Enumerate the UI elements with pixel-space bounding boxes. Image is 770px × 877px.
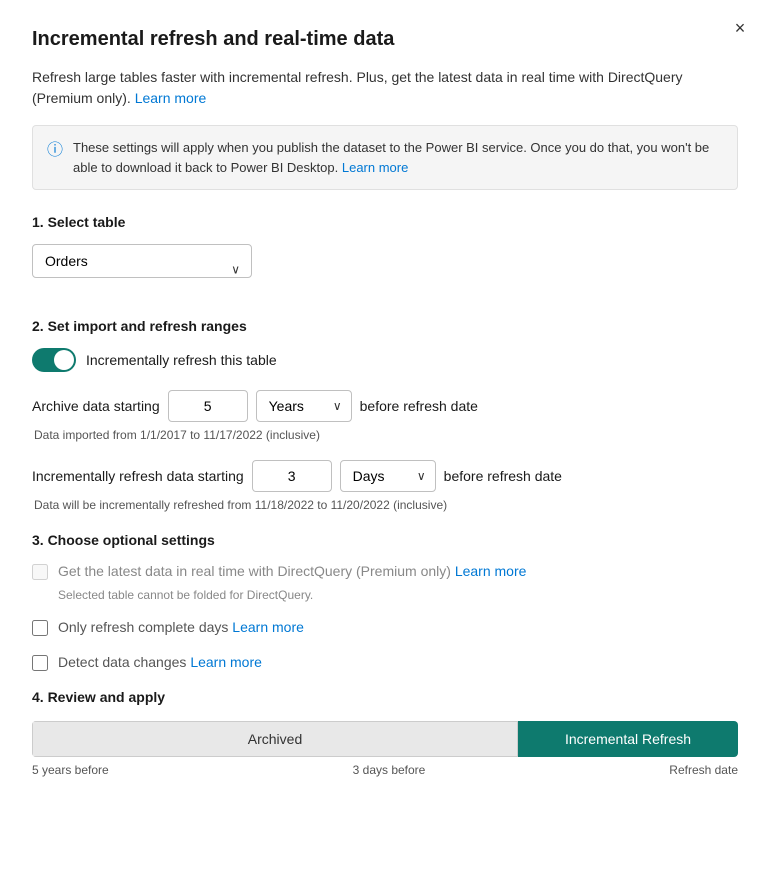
timeline-label-right: Refresh date (669, 763, 738, 777)
refresh-range-row: Incrementally refresh data starting Minu… (32, 460, 738, 492)
realtime-label: Get the latest data in real time with Di… (58, 562, 526, 582)
archived-bar[interactable]: Archived (32, 721, 518, 757)
info-box-learn-more-link[interactable]: Learn more (342, 160, 408, 175)
detect-changes-label: Detect data changes Learn more (58, 653, 262, 673)
info-box: ⓘ These settings will apply when you pub… (32, 125, 738, 190)
timeline-label-left: 5 years before (32, 763, 109, 777)
realtime-learn-more-link[interactable]: Learn more (455, 563, 527, 579)
detect-changes-checkbox[interactable] (32, 655, 48, 671)
archive-value-input[interactable] (168, 390, 248, 422)
table-dropdown-wrapper: Orders (32, 244, 252, 298)
dialog: × Incremental refresh and real-time data… (0, 0, 770, 877)
archive-suffix: before refresh date (360, 398, 478, 414)
refresh-unit-wrapper: Minutes Hours Days Weeks Months Years (340, 460, 436, 492)
intro-text: Refresh large tables faster with increme… (32, 67, 738, 109)
table-dropdown[interactable]: Orders (32, 244, 252, 278)
detect-changes-checkbox-row: Detect data changes Learn more (32, 653, 738, 673)
timeline-labels: 5 years before 3 days before Refresh dat… (32, 763, 738, 777)
complete-days-checkbox[interactable] (32, 620, 48, 636)
section-review-apply: 4. Review and apply Archived Incremental… (32, 689, 738, 769)
timeline-bar: Archived Incremental Refresh (32, 721, 738, 757)
section-import-refresh: 2. Set import and refresh ranges Increme… (32, 318, 738, 512)
archive-range-row: Archive data starting Minutes Hours Days… (32, 390, 738, 422)
complete-days-label: Only refresh complete days Learn more (58, 618, 304, 638)
archive-unit-dropdown[interactable]: Minutes Hours Days Weeks Months Years (256, 390, 352, 422)
archive-date-info: Data imported from 1/1/2017 to 11/17/202… (34, 428, 738, 442)
section-select-table: 1. Select table Orders (32, 214, 738, 298)
timeline-label-middle: 3 days before (353, 763, 426, 777)
refresh-suffix: before refresh date (444, 468, 562, 484)
close-button[interactable]: × (726, 14, 754, 42)
realtime-disabled-note: Selected table cannot be folded for Dire… (58, 588, 738, 602)
refresh-value-input[interactable] (252, 460, 332, 492)
info-icon: ⓘ (47, 139, 63, 177)
intro-learn-more-link[interactable]: Learn more (135, 90, 207, 106)
info-box-text: These settings will apply when you publi… (73, 138, 723, 177)
toggle-label: Incrementally refresh this table (86, 352, 277, 368)
section3-title: 3. Choose optional settings (32, 532, 738, 548)
complete-days-learn-more-link[interactable]: Learn more (232, 619, 304, 635)
refresh-unit-dropdown[interactable]: Minutes Hours Days Weeks Months Years (340, 460, 436, 492)
detect-changes-learn-more-link[interactable]: Learn more (190, 654, 262, 670)
complete-days-checkbox-row: Only refresh complete days Learn more (32, 618, 738, 638)
section2-title: 2. Set import and refresh ranges (32, 318, 738, 334)
archive-label: Archive data starting (32, 398, 160, 414)
incremental-refresh-toggle[interactable] (32, 348, 76, 372)
section-optional: 3. Choose optional settings Get the late… (32, 532, 738, 673)
realtime-checkbox[interactable] (32, 564, 48, 580)
realtime-checkbox-row: Get the latest data in real time with Di… (32, 562, 738, 582)
timeline-bar-container: Archived Incremental Refresh 5 years bef… (32, 721, 738, 769)
refresh-date-info: Data will be incrementally refreshed fro… (34, 498, 738, 512)
section4-title: 4. Review and apply (32, 689, 738, 705)
dialog-title: Incremental refresh and real-time data (32, 28, 738, 51)
refresh-label: Incrementally refresh data starting (32, 468, 244, 484)
archive-unit-wrapper: Minutes Hours Days Weeks Months Years (256, 390, 352, 422)
section1-title: 1. Select table (32, 214, 738, 230)
toggle-row: Incrementally refresh this table (32, 348, 738, 372)
incremental-bar[interactable]: Incremental Refresh (518, 721, 738, 757)
